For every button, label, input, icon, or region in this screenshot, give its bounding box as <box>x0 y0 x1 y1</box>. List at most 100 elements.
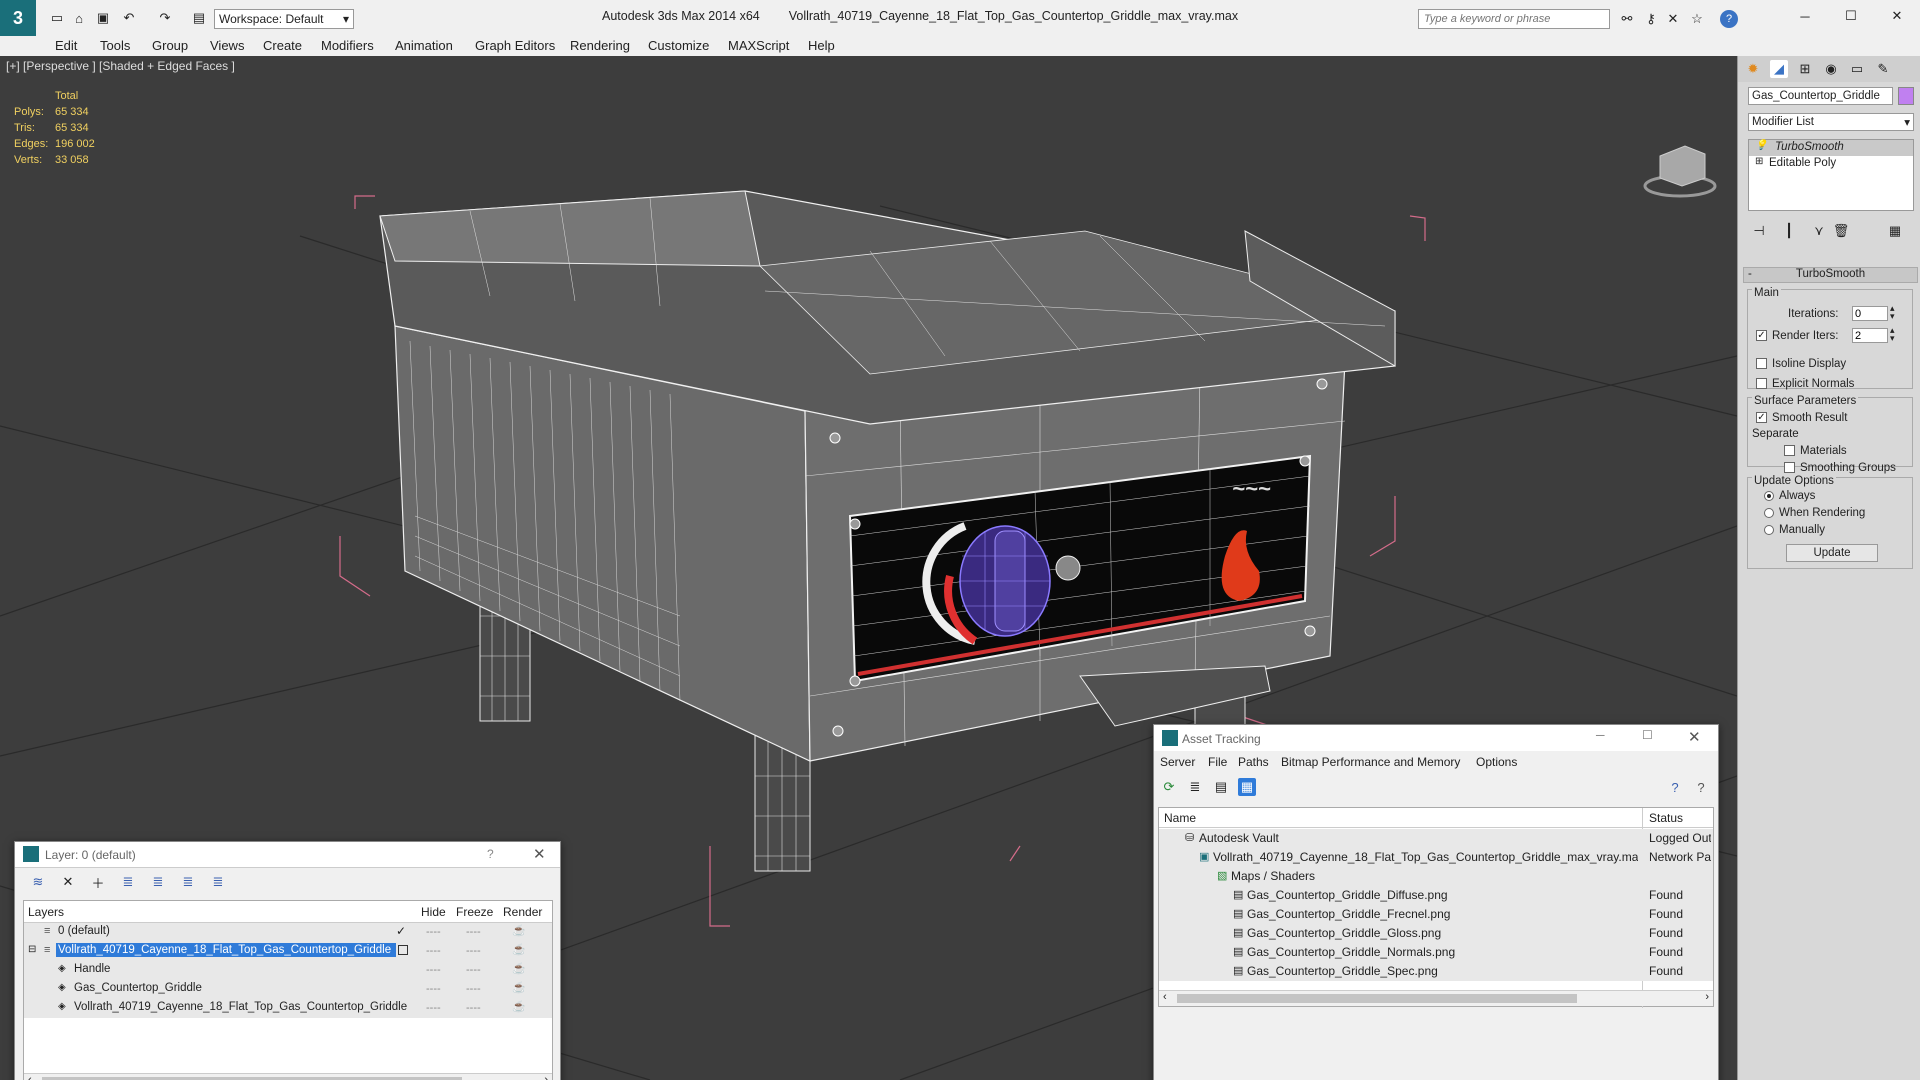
create-tab-icon[interactable]: ✹ <box>1744 60 1762 78</box>
asset-titlebar[interactable]: Asset Tracking ─ ☐ ✕ <box>1154 725 1718 751</box>
freeze-all-layers-icon[interactable]: ≣ <box>209 873 227 891</box>
spinner-arrows-icon[interactable]: ▴ ▾ <box>1890 304 1895 321</box>
freeze-toggle[interactable]: ---- <box>466 926 481 938</box>
stack-item-turbosmooth[interactable]: 💡 TurboSmooth <box>1749 140 1913 156</box>
checkbox-icon[interactable] <box>1784 462 1795 474</box>
radio-icon[interactable] <box>1764 507 1774 518</box>
maximize-icon[interactable]: ☐ <box>1842 7 1860 25</box>
layer-row[interactable]: ◈ Vollrath_40719_Cayenne_18_Flat_Top_Gas… <box>24 999 552 1018</box>
modify-tab-icon[interactable]: ◢ <box>1770 60 1788 78</box>
search-input[interactable] <box>1419 10 1609 28</box>
thumbnail-view-icon[interactable]: ▤ <box>1212 778 1230 796</box>
horizontal-scrollbar[interactable]: ‹ › <box>24 1073 552 1080</box>
render-teapot-icon[interactable]: ☕ <box>512 943 526 956</box>
lightbulb-icon[interactable]: 💡 <box>1755 140 1767 151</box>
key-icon[interactable]: ⚷ <box>1642 10 1660 28</box>
refresh-icon[interactable]: ⟳ <box>1160 778 1178 796</box>
minimize-icon[interactable]: ─ <box>1796 7 1814 25</box>
active-layer-box[interactable] <box>398 945 408 955</box>
freeze-toggle[interactable]: ---- <box>466 1002 481 1014</box>
display-tab-icon[interactable]: ▭ <box>1848 60 1866 78</box>
configure-sets-icon[interactable]: ▦ <box>1886 222 1904 240</box>
highlight-layer-icon[interactable]: ≣ <box>149 873 167 891</box>
spinner-arrows-icon[interactable]: ▴ ▾ <box>1890 326 1895 343</box>
show-end-result-icon[interactable]: ┃ <box>1780 222 1798 240</box>
binoculars-icon[interactable]: ⚯ <box>1618 10 1636 28</box>
when-rendering-radio[interactable]: When Rendering <box>1764 507 1865 519</box>
materials-checkbox[interactable]: Materials <box>1784 445 1847 457</box>
layer-row[interactable]: ◈ Handle ---- ---- ☕ <box>24 961 552 980</box>
expand-icon[interactable]: ⊞ <box>1755 156 1763 167</box>
help-button[interactable]: ? <box>487 847 494 861</box>
menu-help[interactable]: Help <box>808 38 835 53</box>
menu-bitmap-performance[interactable]: Bitmap Performance and Memory <box>1281 755 1460 769</box>
checkbox-icon[interactable] <box>1756 358 1767 370</box>
col-name[interactable]: Name <box>1164 811 1196 825</box>
new-layer-icon[interactable]: ≋ <box>29 873 47 891</box>
menu-customize[interactable]: Customize <box>648 38 709 53</box>
freeze-toggle[interactable]: ---- <box>466 945 481 957</box>
hide-toggle[interactable]: ---- <box>426 1002 441 1014</box>
render-teapot-icon[interactable]: ☕ <box>512 924 526 937</box>
render-iters-checkbox[interactable]: ✓ Render Iters: <box>1756 330 1838 342</box>
maximize-icon[interactable]: ☐ <box>1642 728 1653 742</box>
help-icon[interactable]: ? <box>1666 778 1684 796</box>
delete-layer-icon[interactable]: ✕ <box>59 873 77 891</box>
freeze-toggle[interactable]: ---- <box>466 983 481 995</box>
workspace-dropdown[interactable]: Workspace: Default ▾ <box>214 9 354 29</box>
active-check-icon[interactable]: ✓ <box>396 924 406 938</box>
x-icon[interactable]: ✕ <box>1664 10 1682 28</box>
menu-rendering[interactable]: Rendering <box>570 38 630 53</box>
checkbox-icon[interactable] <box>1784 445 1795 457</box>
context-help-icon[interactable]: ? <box>1692 778 1710 796</box>
asset-row[interactable]: ▤ Gas_Countertop_Griddle_Normals.png Fou… <box>1159 943 1713 962</box>
project-folder-icon[interactable]: ▤ <box>190 9 208 27</box>
star-icon[interactable]: ☆ <box>1688 10 1706 28</box>
app-logo[interactable]: 3 <box>0 0 36 36</box>
hide-all-layers-icon[interactable]: ≣ <box>179 873 197 891</box>
manually-radio[interactable]: Manually <box>1764 524 1825 536</box>
utilities-tab-icon[interactable]: ✎ <box>1874 60 1892 78</box>
rollout-header[interactable]: - TurboSmooth <box>1743 267 1918 283</box>
render-iters-spinner[interactable] <box>1852 328 1888 343</box>
menu-views[interactable]: Views <box>210 38 244 53</box>
hide-toggle[interactable]: ---- <box>426 983 441 995</box>
new-file-icon[interactable]: ▭ <box>48 9 66 27</box>
hide-toggle[interactable]: ---- <box>426 945 441 957</box>
horizontal-scrollbar[interactable]: ‹ › <box>1159 990 1713 1006</box>
asset-row[interactable]: ▧ Maps / Shaders <box>1159 867 1713 886</box>
menu-create[interactable]: Create <box>263 38 302 53</box>
object-name-field[interactable]: Gas_Countertop_Griddle <box>1748 87 1893 105</box>
hierarchy-tab-icon[interactable]: ⊞ <box>1796 60 1814 78</box>
select-in-layer-icon[interactable]: ≣ <box>119 873 137 891</box>
menu-edit[interactable]: Edit <box>55 38 77 53</box>
motion-tab-icon[interactable]: ◉ <box>1822 60 1840 78</box>
perspective-viewport[interactable]: [+] [Perspective ] [Shaded + Edged Faces… <box>0 56 1737 1080</box>
menu-tools[interactable]: Tools <box>100 38 130 53</box>
list-view-icon[interactable]: ≣ <box>1186 778 1204 796</box>
view-cube[interactable] <box>1643 145 1717 198</box>
col-freeze[interactable]: Freeze <box>456 905 493 919</box>
checkbox-icon[interactable] <box>1756 378 1767 390</box>
menu-modifiers[interactable]: Modifiers <box>321 38 374 53</box>
menu-paths[interactable]: Paths <box>1238 755 1269 769</box>
asset-row[interactable]: ⛁ Autodesk Vault Logged Out .. <box>1159 829 1713 848</box>
search-box[interactable] <box>1418 9 1610 29</box>
close-icon[interactable]: ✕ <box>1888 7 1906 25</box>
modifier-list-dropdown[interactable]: Modifier List ▾ <box>1748 113 1914 131</box>
hide-toggle[interactable]: ---- <box>426 964 441 976</box>
menu-group[interactable]: Group <box>152 38 188 53</box>
asset-row[interactable]: ▤ Gas_Countertop_Griddle_Gloss.png Found <box>1159 924 1713 943</box>
scroll-right-icon[interactable]: › <box>544 1074 548 1080</box>
layer-row[interactable]: ⊟ ≡ Vollrath_40719_Cayenne_18_Flat_Top_G… <box>24 942 552 961</box>
scroll-thumb[interactable] <box>1177 994 1577 1003</box>
render-teapot-icon[interactable]: ☕ <box>512 981 526 994</box>
asset-row[interactable]: ▤ Gas_Countertop_Griddle_Spec.png Found <box>1159 962 1713 981</box>
explicit-normals-checkbox[interactable]: Explicit Normals <box>1756 378 1854 390</box>
asset-row[interactable]: ▣ Vollrath_40719_Cayenne_18_Flat_Top_Gas… <box>1159 848 1713 867</box>
iterations-spinner[interactable] <box>1852 306 1888 321</box>
close-icon[interactable]: ✕ <box>1688 728 1701 746</box>
smooth-result-checkbox[interactable]: ✓ Smooth Result <box>1756 412 1847 424</box>
object-color-swatch[interactable] <box>1898 87 1914 105</box>
checkbox-checked-icon[interactable]: ✓ <box>1756 330 1767 342</box>
